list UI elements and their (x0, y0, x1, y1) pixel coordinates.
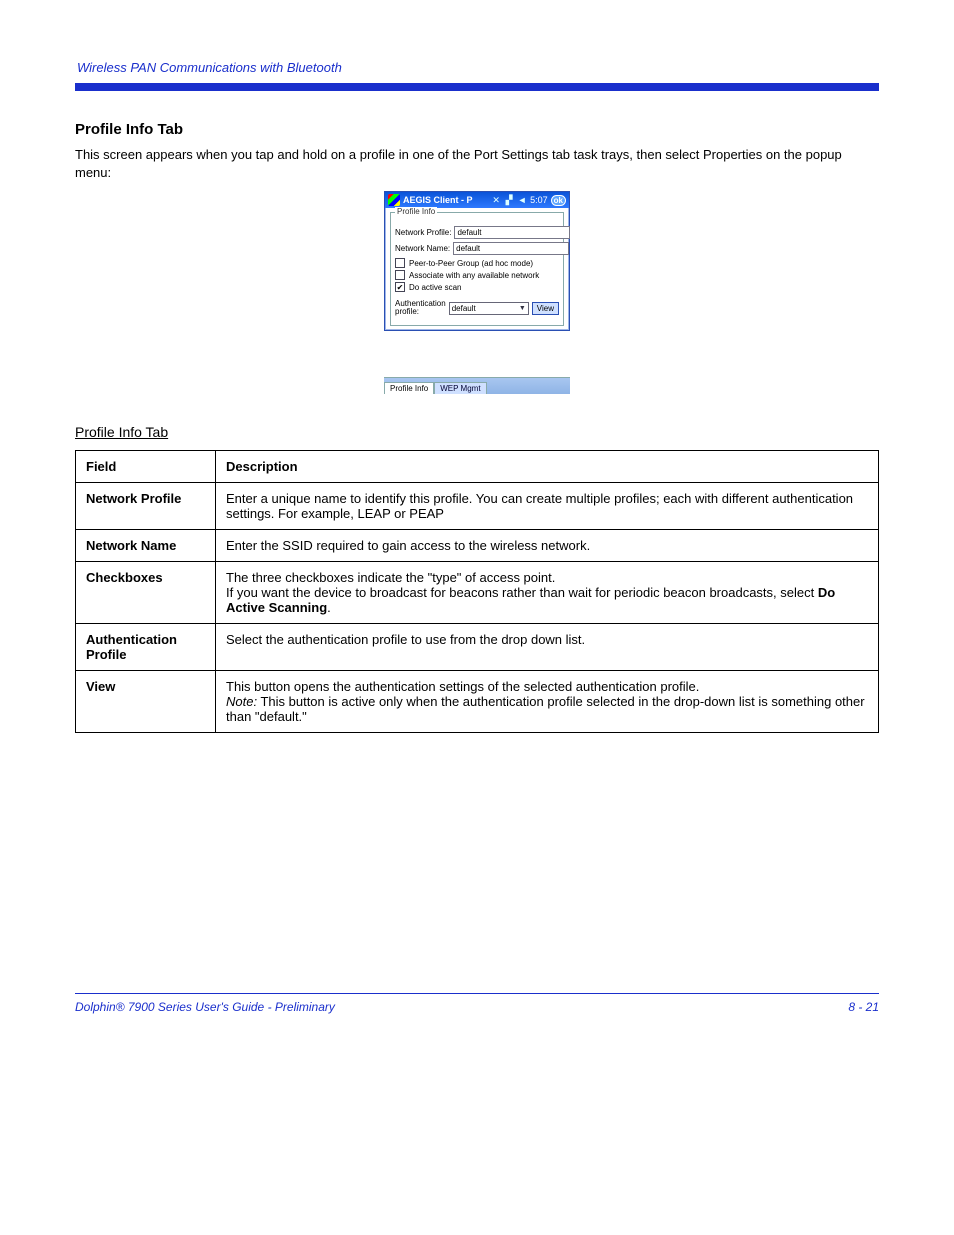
col-description: Description (216, 451, 879, 483)
active-scan-checkbox-label: Do active scan (409, 283, 461, 292)
network-name-label: Network Name: (395, 244, 450, 253)
header-breadcrumb: Wireless PAN Communications with Bluetoo… (75, 60, 879, 75)
network-profile-input[interactable] (454, 226, 570, 239)
table-heading: Profile Info Tab (75, 424, 879, 440)
field-description-table: Field Description Network Profile Enter … (75, 450, 879, 733)
footer-left: Dolphin® 7900 Series User's Guide - Prel… (75, 1000, 335, 1014)
dialog-window: AEGIS Client - P ✕ ▞ ◄ 5:07 ok Profile I… (384, 191, 570, 331)
footer: Dolphin® 7900 Series User's Guide - Prel… (75, 1000, 879, 1014)
col-field: Field (76, 451, 216, 483)
speaker-icon: ◄ (517, 195, 527, 205)
chevron-down-icon: ▼ (519, 305, 526, 312)
view-button[interactable]: View (532, 302, 559, 315)
table-row: View This button opens the authenticatio… (76, 671, 879, 733)
table-row: Network Profile Enter a unique name to i… (76, 483, 879, 530)
table-row: Authentication Profile Select the authen… (76, 624, 879, 671)
network-name-input[interactable] (453, 242, 569, 255)
ok-button[interactable]: ok (551, 195, 566, 206)
footer-right: 8 - 21 (848, 1000, 879, 1014)
profile-info-group: Profile Info Network Profile: Network Na… (390, 212, 564, 326)
header-rule (75, 83, 879, 91)
table-row: Network Name Enter the SSID required to … (76, 530, 879, 562)
clock-text: 5:07 (530, 195, 548, 205)
auth-profile-label: Authentication profile: (395, 300, 446, 316)
associate-checkbox[interactable] (395, 270, 405, 280)
table-row: Checkboxes The three checkboxes indicate… (76, 562, 879, 624)
windows-flag-icon (388, 194, 400, 206)
auth-profile-select[interactable]: default ▼ (449, 302, 529, 315)
titlebar: AEGIS Client - P ✕ ▞ ◄ 5:07 ok (385, 192, 569, 208)
signal-icon: ▞ (504, 195, 514, 205)
section-intro: This screen appears when you tap and hol… (75, 146, 879, 181)
network-profile-label: Network Profile: (395, 228, 451, 237)
section-title: Profile Info Tab (75, 121, 879, 138)
tab-wep-mgmt[interactable]: WEP Mgmt (434, 382, 486, 394)
tab-strip: Profile Info WEP Mgmt (384, 377, 570, 394)
window-title: AEGIS Client - P (403, 195, 488, 205)
footer-rule (75, 993, 879, 994)
p2p-checkbox[interactable] (395, 258, 405, 268)
active-scan-checkbox[interactable]: ✔ (395, 282, 405, 292)
group-legend: Profile Info (395, 207, 437, 216)
antenna-icon: ✕ (491, 195, 501, 205)
p2p-checkbox-label: Peer-to-Peer Group (ad hoc mode) (409, 259, 533, 268)
tab-profile-info[interactable]: Profile Info (384, 382, 434, 394)
associate-checkbox-label: Associate with any available network (409, 271, 539, 280)
